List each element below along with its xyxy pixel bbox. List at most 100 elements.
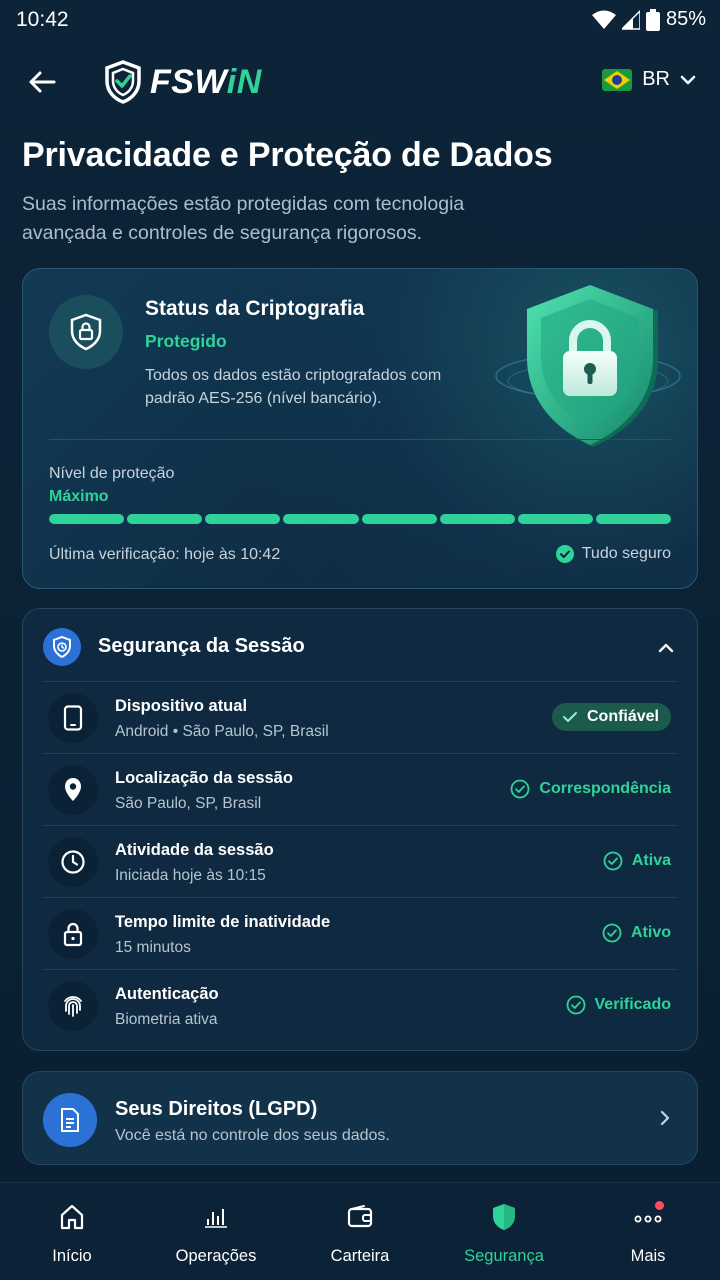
more-icon — [632, 1201, 664, 1233]
session-row-timeout: Tempo limite de inatividade 15 minutos A… — [43, 897, 677, 969]
encryption-description: Todos os dados estão criptografados com … — [145, 367, 442, 407]
status-text: Confiável — [586, 708, 659, 725]
overall-status: Tudo seguro — [555, 545, 671, 563]
status-indicator: Verificado — [566, 995, 671, 1015]
back-button[interactable] — [24, 64, 60, 100]
session-header[interactable]: Segurança da Sessão — [23, 609, 699, 681]
page-subtitle: Suas informações estão protegidas com te… — [22, 193, 465, 244]
brazil-flag-icon — [602, 68, 633, 91]
battery-icon — [645, 8, 660, 31]
session-list: Dispositivo atual Android • São Paulo, S… — [43, 681, 677, 1041]
session-row-activity: Atividade da sessão Iniciada hoje às 10:… — [43, 825, 677, 897]
level-segment — [517, 514, 593, 524]
row-title: Dispositivo atual — [115, 697, 248, 715]
nav-item-carteira[interactable]: Carteira — [288, 1183, 432, 1280]
notification-dot — [655, 1201, 664, 1210]
protection-level-value: Máximo — [49, 488, 109, 505]
check-circle-outline-icon — [603, 851, 623, 871]
status-bar: 10:42 85% — [0, 0, 720, 40]
lock-icon — [63, 922, 83, 947]
nav-item-seguranca[interactable]: Segurança — [432, 1183, 576, 1280]
chevron-up-icon — [658, 643, 674, 653]
encryption-icon-badge — [49, 295, 123, 369]
location-pin-icon — [65, 778, 81, 801]
status-time: 10:42 — [16, 8, 69, 31]
row-title: Atividade da sessão — [115, 841, 274, 859]
check-icon — [562, 712, 577, 722]
shield-lock-icon — [70, 313, 102, 351]
wallet-icon — [344, 1201, 376, 1233]
signal-icon — [621, 9, 640, 30]
app-header: FSWiN BR — [0, 56, 720, 112]
nav-label: Carteira — [330, 1247, 390, 1265]
row-icon-badge — [48, 765, 98, 815]
lgpd-rights-card[interactable]: Seus Direitos (LGPD) Você está no contro… — [22, 1071, 698, 1165]
rights-title: Seus Direitos (LGPD) — [115, 1098, 318, 1120]
shield-icon — [488, 1201, 520, 1233]
check-circle-outline-icon — [511, 779, 530, 799]
logo-text-accent: iN — [226, 62, 262, 101]
row-title: Localização da sessão — [115, 769, 293, 787]
protection-level-label: Nível de proteção — [49, 465, 175, 482]
page-title: Privacidade e Proteção de Dados — [22, 136, 553, 174]
encryption-title: Status da Criptografia — [145, 297, 365, 320]
nav-item-operacoes[interactable]: Operações — [144, 1183, 288, 1280]
protection-level-bar — [49, 514, 671, 524]
row-title: Tempo limite de inatividade — [115, 913, 331, 931]
row-icon-badge — [48, 693, 98, 743]
logo-shield-icon — [105, 60, 141, 104]
status-text: Ativa — [631, 852, 671, 869]
row-subtitle: Android • São Paulo, SP, Brasil — [115, 723, 329, 740]
level-segment — [283, 514, 359, 524]
home-icon — [56, 1201, 88, 1233]
level-segment — [361, 514, 437, 524]
nav-label: Segurança — [464, 1247, 544, 1265]
fingerprint-icon — [64, 996, 82, 1017]
clock-icon — [61, 850, 85, 874]
brand-logo: FSWiN — [104, 60, 262, 104]
row-subtitle: 15 minutos — [115, 939, 191, 956]
session-row-device: Dispositivo atual Android • São Paulo, S… — [43, 681, 677, 753]
last-verification: Última verificação: hoje às 10:42 — [49, 546, 281, 563]
card-divider — [49, 439, 671, 440]
session-badge — [43, 628, 81, 666]
row-icon-badge — [48, 981, 98, 1031]
chart-icon — [200, 1201, 232, 1233]
arrow-left-icon — [29, 71, 56, 93]
status-indicators: 85% — [591, 8, 706, 31]
session-row-location: Localização da sessão São Paulo, SP, Bra… — [43, 753, 677, 825]
row-subtitle: São Paulo, SP, Brasil — [115, 795, 262, 812]
status-indicator: Correspondência — [510, 779, 671, 799]
wifi-icon — [591, 10, 616, 29]
chevron-down-icon — [680, 75, 696, 84]
nav-label: Mais — [630, 1247, 666, 1265]
level-segment — [439, 514, 515, 524]
level-segment — [595, 514, 671, 524]
session-row-authentication: Autenticação Biometria ativa Verificado — [43, 969, 677, 1041]
shield-lock-illustration-icon — [495, 285, 681, 447]
session-title: Segurança da Sessão — [98, 635, 305, 657]
chevron-right-icon — [653, 1106, 677, 1130]
row-title: Autenticação — [115, 985, 219, 1003]
language-selector[interactable]: BR — [602, 68, 696, 91]
nav-item-mais[interactable]: Mais — [576, 1183, 720, 1280]
status-indicator: Ativa — [603, 851, 671, 871]
row-subtitle: Biometria ativa — [115, 1011, 218, 1028]
status-text: Verificado — [594, 996, 671, 1013]
document-icon — [61, 1108, 79, 1132]
status-indicator: Ativo — [602, 923, 671, 943]
encryption-status-card: Status da Criptografia Protegido Todos o… — [22, 268, 698, 589]
row-icon-badge — [48, 909, 98, 959]
status-badge: Confiável — [551, 703, 671, 731]
row-subtitle: Iniciada hoje às 10:15 — [115, 867, 266, 884]
collapse-button[interactable] — [651, 633, 681, 663]
session-security-card: Segurança da Sessão Dispositivo atual An… — [22, 608, 698, 1051]
nav-label: Operações — [175, 1247, 257, 1265]
rights-badge — [43, 1093, 97, 1147]
phone-icon — [63, 705, 83, 731]
encryption-status: Protegido — [145, 331, 227, 351]
nav-item-inicio[interactable]: Início — [0, 1183, 144, 1280]
check-circle-outline-icon — [566, 995, 585, 1015]
level-segment — [49, 514, 125, 524]
nav-label: Início — [52, 1247, 92, 1265]
